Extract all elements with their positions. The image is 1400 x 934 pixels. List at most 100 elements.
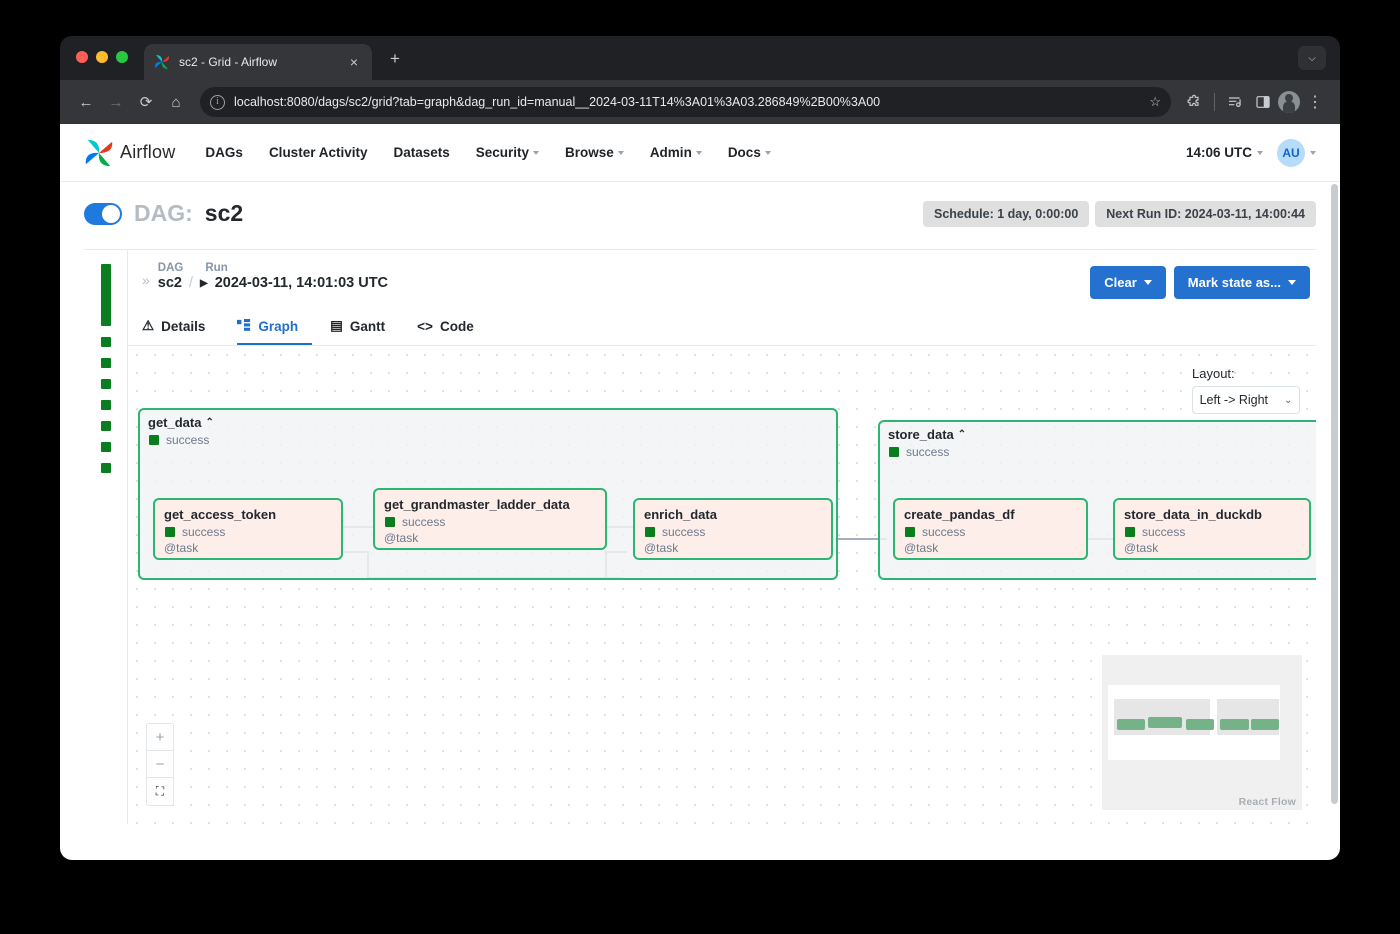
task-node-status: success — [644, 525, 822, 539]
mark-state-button[interactable]: Mark state as... — [1174, 266, 1310, 299]
nav-item-dags[interactable]: DAGs — [205, 145, 243, 160]
new-tab-button[interactable]: + — [390, 50, 400, 67]
browser-tab-strip: sc2 - Grid - Airflow × + ⌵ — [60, 36, 1340, 80]
tab-search-icon[interactable]: ⌵ — [1298, 46, 1326, 70]
back-icon[interactable]: ← — [72, 88, 100, 116]
breadcrumb-dag-value[interactable]: sc2 — [158, 275, 182, 291]
grid-task-square[interactable] — [101, 337, 111, 347]
task-node-get-grandmaster-ladder-data[interactable]: get_grandmaster_ladder_data success @tas… — [373, 488, 607, 550]
browser-toolbar: ← → ⟳ ⌂ i localhost:8080/dags/sc2/grid?t… — [60, 80, 1340, 124]
dag-detail-panel: » DAG Run sc2 / ▶ 2024-03-11, 14:01:03 U… — [84, 249, 1316, 824]
close-window-button[interactable] — [76, 51, 88, 63]
expand-panel-icon[interactable]: » — [142, 272, 150, 288]
browser-window: sc2 - Grid - Airflow × + ⌵ ← → ⟳ ⌂ i loc… — [60, 36, 1340, 860]
tab-graph[interactable]: Graph — [237, 309, 312, 345]
task-node-status: success — [904, 525, 1077, 539]
tab-details[interactable]: ⚠ Details — [142, 309, 219, 345]
chevron-down-icon — [696, 151, 702, 155]
nav-item-docs[interactable]: Docs — [728, 145, 771, 160]
grid-task-square[interactable] — [101, 463, 111, 473]
chevron-up-icon[interactable]: ⌃ — [205, 417, 213, 428]
avatar: AU — [1277, 139, 1305, 167]
breadcrumb-label-dag: DAG — [158, 262, 184, 274]
nav-label: Admin — [650, 145, 692, 160]
status-square-icon — [645, 527, 655, 537]
zoom-in-button[interactable]: + — [147, 724, 173, 751]
fit-view-button[interactable]: ⛶ — [147, 778, 173, 805]
zoom-out-button[interactable]: − — [147, 751, 173, 778]
dag-badges: Schedule: 1 day, 0:00:00 Next Run ID: 20… — [923, 201, 1316, 227]
grid-task-square[interactable] — [101, 421, 111, 431]
screen: sc2 - Grid - Airflow × + ⌵ ← → ⟳ ⌂ i loc… — [0, 0, 1400, 934]
task-node-status: success — [1124, 525, 1300, 539]
brand-text: Airflow — [120, 142, 175, 163]
task-node-enrich-data[interactable]: enrich_data success @task — [633, 498, 833, 560]
tab-label: Gantt — [350, 319, 385, 334]
breadcrumb-run-value[interactable]: 2024-03-11, 14:01:03 UTC — [215, 275, 388, 291]
home-icon[interactable]: ⌂ — [162, 88, 190, 116]
status-text: success — [402, 515, 445, 529]
user-menu[interactable]: AU — [1277, 139, 1316, 167]
forward-icon[interactable]: → — [102, 88, 130, 116]
grid-task-square[interactable] — [101, 442, 111, 452]
layout-select[interactable]: Left -> Right ⌄ — [1192, 386, 1300, 414]
breadcrumb: DAG Run sc2 / ▶ 2024-03-11, 14:01:03 UTC — [158, 262, 388, 291]
nav-item-cluster-activity[interactable]: Cluster Activity — [269, 145, 368, 160]
page-title: sc2 — [205, 200, 243, 227]
grid-task-square[interactable] — [101, 358, 111, 368]
navbar-right: 14:06 UTC AU — [1186, 139, 1316, 167]
gantt-icon: ▤ — [330, 318, 343, 334]
close-tab-icon[interactable]: × — [346, 55, 362, 69]
grid-task-square[interactable] — [101, 379, 111, 389]
task-node-get-access-token[interactable]: get_access_token success @task — [153, 498, 343, 560]
react-flow-credit: React Flow — [1239, 796, 1296, 808]
chevron-down-icon — [1288, 280, 1296, 285]
extensions-puzzle-icon[interactable] — [1181, 89, 1207, 115]
task-node-title: get_grandmaster_ladder_data — [384, 497, 596, 512]
browser-tab-title: sc2 - Grid - Airflow — [179, 55, 346, 69]
side-panel-icon[interactable] — [1250, 89, 1276, 115]
status-square-icon — [165, 527, 175, 537]
nav-item-browse[interactable]: Browse — [565, 145, 624, 160]
clear-button[interactable]: Clear — [1090, 266, 1166, 299]
tab-code[interactable]: <> Code — [417, 309, 488, 345]
minimize-window-button[interactable] — [96, 51, 108, 63]
utc-clock[interactable]: 14:06 UTC — [1186, 145, 1263, 160]
nav-item-admin[interactable]: Admin — [650, 145, 702, 160]
maximize-window-button[interactable] — [116, 51, 128, 63]
bookmark-star-icon[interactable]: ☆ — [1149, 94, 1161, 110]
graph-icon — [237, 319, 251, 333]
task-group-title: store_data ⌃ — [880, 422, 1316, 442]
browser-tab[interactable]: sc2 - Grid - Airflow × — [144, 44, 372, 80]
grid-rail — [84, 250, 128, 824]
grid-task-square[interactable] — [101, 400, 111, 410]
nav-item-security[interactable]: Security — [476, 145, 539, 160]
grid-dag-bar[interactable] — [101, 264, 111, 326]
site-info-icon[interactable]: i — [210, 95, 225, 110]
chevron-up-icon[interactable]: ⌃ — [958, 429, 966, 440]
task-node-store-data-in-duckdb[interactable]: store_data_in_duckdb success @task — [1113, 498, 1311, 560]
nav-label: Security — [476, 145, 529, 160]
schedule-badge: Schedule: 1 day, 0:00:00 — [923, 201, 1089, 227]
graph-minimap[interactable]: React Flow — [1102, 655, 1302, 810]
minimap-node — [1186, 719, 1214, 730]
nav-label: Datasets — [393, 145, 449, 160]
tab-gantt[interactable]: ▤ Code Gantt — [330, 309, 399, 345]
task-node-create-pandas-df[interactable]: create_pandas_df success @task — [893, 498, 1088, 560]
browser-menu-icon[interactable]: ⋮ — [1302, 89, 1328, 115]
task-group-name: get_data — [148, 415, 201, 430]
reading-list-icon[interactable] — [1222, 89, 1248, 115]
profile-avatar[interactable] — [1278, 91, 1300, 113]
task-group-title: get_data ⌃ — [140, 410, 836, 430]
dag-pause-toggle[interactable] — [84, 203, 122, 225]
breadcrumb-row: » DAG Run sc2 / ▶ 2024-03-11, 14:01:03 U… — [128, 250, 1316, 309]
reload-icon[interactable]: ⟳ — [132, 88, 160, 116]
graph-canvas[interactable]: Layout: Left -> Right ⌄ — [128, 346, 1316, 824]
address-bar[interactable]: i localhost:8080/dags/sc2/grid?tab=graph… — [200, 87, 1171, 117]
airflow-brand[interactable]: Airflow — [84, 138, 175, 168]
page-scrollbar[interactable] — [1331, 184, 1338, 804]
run-actions: Clear Mark state as... — [1090, 262, 1310, 299]
nav-item-datasets[interactable]: Datasets — [393, 145, 449, 160]
task-node-operator: @task — [164, 541, 332, 555]
clock-text: 14:06 UTC — [1186, 145, 1252, 160]
